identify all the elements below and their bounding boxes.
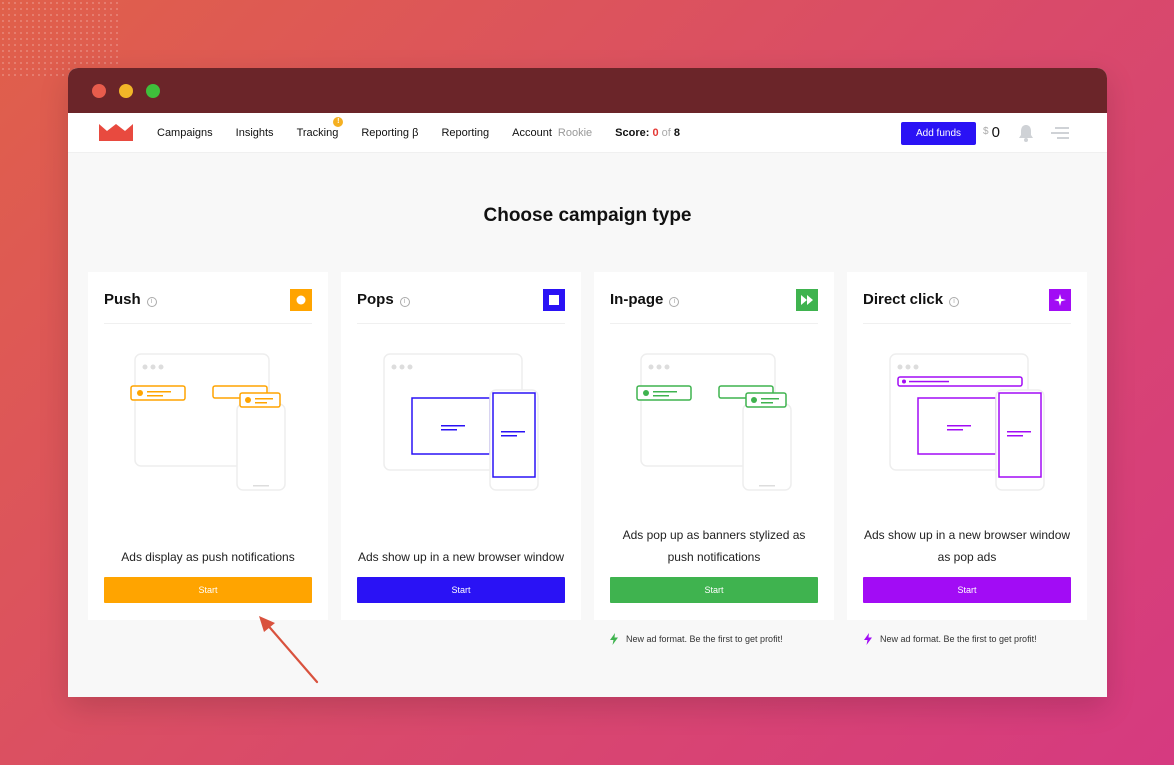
campaign-card-pops: Pops i Ads show up in a new browser windo… <box>341 272 581 620</box>
page-title: Choose campaign type <box>483 205 692 226</box>
score-of: of <box>661 127 671 139</box>
card-title-text: In-page <box>610 291 664 308</box>
nav-reporting[interactable]: Reporting <box>441 127 489 139</box>
balance-display: $0 <box>983 124 1000 141</box>
start-direct-click-button[interactable]: Start <box>863 577 1071 603</box>
nav-campaigns[interactable]: Campaigns <box>157 127 213 139</box>
add-funds-button[interactable]: Add funds <box>901 122 976 145</box>
circle-icon <box>290 289 312 311</box>
nav-account-label: Account <box>512 127 552 139</box>
card-description: Ads display as push notifications <box>121 550 295 564</box>
info-icon[interactable]: i <box>146 297 157 307</box>
card-title-text: Direct click <box>863 291 944 308</box>
annotation-arrow <box>259 616 319 684</box>
campaign-card-push: Push i Ads display as push notifications … <box>88 272 328 620</box>
info-icon[interactable]: i <box>399 297 410 307</box>
card-description: Ads show up in a new browser window as p… <box>863 528 1071 564</box>
new-format-note-direct-click: New ad format. Be the first to get profi… <box>864 633 1037 645</box>
direct-click-illustration <box>889 353 1045 491</box>
currency-symbol: $ <box>983 126 989 137</box>
start-pops-button[interactable]: Start <box>357 577 565 603</box>
info-icon[interactable]: i <box>669 297 680 307</box>
browser-window: Campaigns Insights Tracking ! Reporting … <box>68 68 1107 697</box>
note-text: New ad format. Be the first to get profi… <box>880 634 1037 644</box>
score-value: 0 <box>652 127 659 139</box>
fast-forward-icon <box>796 289 818 311</box>
card-divider <box>610 323 818 324</box>
sparkle-icon <box>1049 289 1071 311</box>
nav-links: Campaigns Insights Tracking ! Reporting … <box>157 113 680 153</box>
campaign-card-inpage: In-page i Ads pop up as banners stylized … <box>594 272 834 620</box>
push-illustration <box>130 353 286 491</box>
card-divider <box>863 323 1071 324</box>
close-window-button[interactable] <box>92 84 106 98</box>
window-titlebar <box>68 68 1107 113</box>
card-title-text: Pops <box>357 291 394 308</box>
crown-logo-icon[interactable] <box>99 124 133 141</box>
nav-tracking[interactable]: Tracking ! <box>296 117 344 139</box>
maximize-window-button[interactable] <box>146 84 160 98</box>
minimize-window-button[interactable] <box>119 84 133 98</box>
tracking-alert-badge: ! <box>333 117 344 127</box>
bell-icon[interactable] <box>1018 124 1034 142</box>
card-divider <box>357 323 565 324</box>
pops-illustration <box>383 353 539 491</box>
card-title: In-page i <box>610 291 680 308</box>
score-indicator: Score: 0 of 8 <box>615 127 680 139</box>
nav-reporting-beta[interactable]: Reporting β <box>361 127 418 139</box>
card-title-text: Push <box>104 291 141 308</box>
info-icon[interactable]: i <box>949 297 960 307</box>
square-icon <box>543 289 565 311</box>
note-text: New ad format. Be the first to get profi… <box>626 634 783 644</box>
new-format-note-inpage: New ad format. Be the first to get profi… <box>610 633 783 645</box>
account-level: Rookie <box>557 127 593 139</box>
menu-icon[interactable] <box>1051 126 1069 140</box>
balance-value: 0 <box>991 124 1000 141</box>
card-title: Push i <box>104 291 157 308</box>
nav-insights[interactable]: Insights <box>236 127 274 139</box>
inpage-illustration <box>636 353 792 491</box>
nav-account[interactable]: Account Rookie <box>512 127 592 139</box>
card-description: Ads pop up as banners stylized as push n… <box>622 528 806 564</box>
lightning-icon <box>610 633 618 645</box>
start-inpage-button[interactable]: Start <box>610 577 818 603</box>
start-push-button[interactable]: Start <box>104 577 312 603</box>
card-description: Ads show up in a new browser window <box>357 550 565 564</box>
card-title: Direct click i <box>863 291 960 308</box>
campaign-card-direct-click: Direct click i Ads show up in a new brows… <box>847 272 1087 620</box>
top-navbar: Campaigns Insights Tracking ! Reporting … <box>68 113 1107 153</box>
lightning-icon <box>864 633 872 645</box>
score-label: Score: <box>615 127 650 139</box>
nav-tracking-label: Tracking <box>296 127 339 139</box>
card-title: Pops i <box>357 291 410 308</box>
score-total: 8 <box>673 127 681 139</box>
card-divider <box>104 323 312 324</box>
